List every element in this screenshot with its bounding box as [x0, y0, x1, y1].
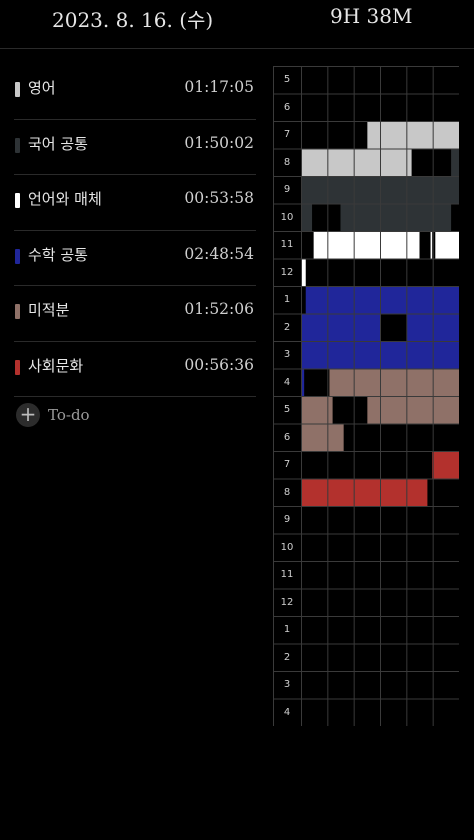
study-block — [340, 204, 452, 231]
subject-color-mark — [15, 248, 20, 264]
hour-label: 11 — [280, 569, 294, 580]
hour-label: 3 — [283, 679, 291, 690]
study-block — [313, 232, 420, 259]
plus-icon: + — [16, 403, 40, 427]
hour-label: 1 — [283, 624, 291, 635]
study-block — [451, 149, 459, 176]
hour-label: 3 — [283, 349, 291, 360]
hour-label: 5 — [283, 404, 291, 415]
study-block — [367, 397, 459, 424]
hour-label: 6 — [283, 101, 291, 113]
study-block — [305, 287, 459, 314]
subject-name: 영어 — [28, 79, 56, 97]
study-block — [301, 314, 380, 341]
hour-label: 12 — [280, 596, 294, 608]
hour-label: 2 — [283, 651, 291, 663]
subject-row[interactable]: 미적분 01:52:06 — [14, 286, 256, 342]
subject-color-mark — [15, 82, 20, 97]
hour-label: 7 — [283, 459, 291, 470]
study-block — [430, 232, 433, 259]
subject-time: 00:53:58 — [184, 189, 254, 207]
study-block — [329, 369, 459, 396]
subject-row[interactable]: 영어 01:17:05 — [14, 64, 256, 120]
subject-time: 01:52:06 — [184, 300, 254, 318]
subject-row[interactable]: 수학 공통 02:48:54 — [14, 231, 256, 286]
subject-name: 언어와 매체 — [28, 190, 102, 208]
hour-label: 5 — [283, 74, 291, 85]
subject-color-mark — [15, 359, 20, 375]
hour-label: 9 — [283, 184, 291, 195]
subject-color-mark — [15, 304, 20, 319]
subject-time: 02:48:54 — [184, 244, 254, 263]
study-block — [367, 122, 459, 149]
hour-label: 2 — [283, 321, 291, 333]
subject-time: 01:50:02 — [184, 133, 254, 152]
hour-label: 4 — [283, 706, 291, 718]
hour-label: 8 — [283, 156, 291, 168]
hour-label: 10 — [280, 211, 294, 223]
subject-color-mark — [15, 137, 20, 153]
subject-time: 01:17:05 — [184, 78, 254, 96]
subject-name: 국어 공통 — [28, 134, 88, 153]
subject-name: 수학 공통 — [28, 245, 88, 264]
subject-name: 미적분 — [28, 301, 70, 319]
study-block — [432, 452, 459, 479]
hour-label: 4 — [283, 376, 291, 388]
subject-time: 00:56:36 — [184, 355, 254, 374]
study-block — [435, 232, 459, 259]
total-study-time: 9H 38M — [330, 4, 413, 28]
study-block — [301, 424, 344, 451]
subject-row[interactable]: 국어 공통 01:50:02 — [14, 120, 256, 175]
subject-color-mark — [15, 193, 20, 208]
hour-label: 1 — [283, 294, 291, 305]
hour-label: 12 — [280, 266, 294, 278]
study-block — [301, 479, 428, 506]
study-block — [301, 149, 412, 176]
header: 2023. 8. 16. (수) 9H 38M — [0, 0, 474, 49]
hour-label: 10 — [280, 541, 294, 553]
hour-label: 7 — [283, 129, 291, 140]
subject-row[interactable]: 사회문화 00:56:36 — [14, 342, 256, 397]
timetable: 5 6 7 8 9 10 11 12 1 2 3 4 5 6 7 8 9 10 11 12 1 2 3 4 — [273, 66, 459, 726]
todo-label: To-do — [48, 406, 90, 424]
hour-label: 6 — [283, 431, 291, 443]
date-title[interactable]: 2023. 8. 16. (수) — [52, 4, 213, 33]
todo-add-button[interactable]: + To-do — [16, 402, 90, 428]
subject-row[interactable]: 언어와 매체 00:53:58 — [14, 175, 256, 231]
hour-label: 11 — [280, 239, 294, 250]
subject-name: 사회문화 — [28, 356, 84, 375]
subject-list: 영어 01:17:05 국어 공통 01:50:02 언어와 매체 00:53:58 수학 … — [14, 64, 256, 397]
study-block — [301, 204, 313, 231]
hour-label: 9 — [283, 514, 291, 525]
hour-label: 8 — [283, 486, 291, 498]
